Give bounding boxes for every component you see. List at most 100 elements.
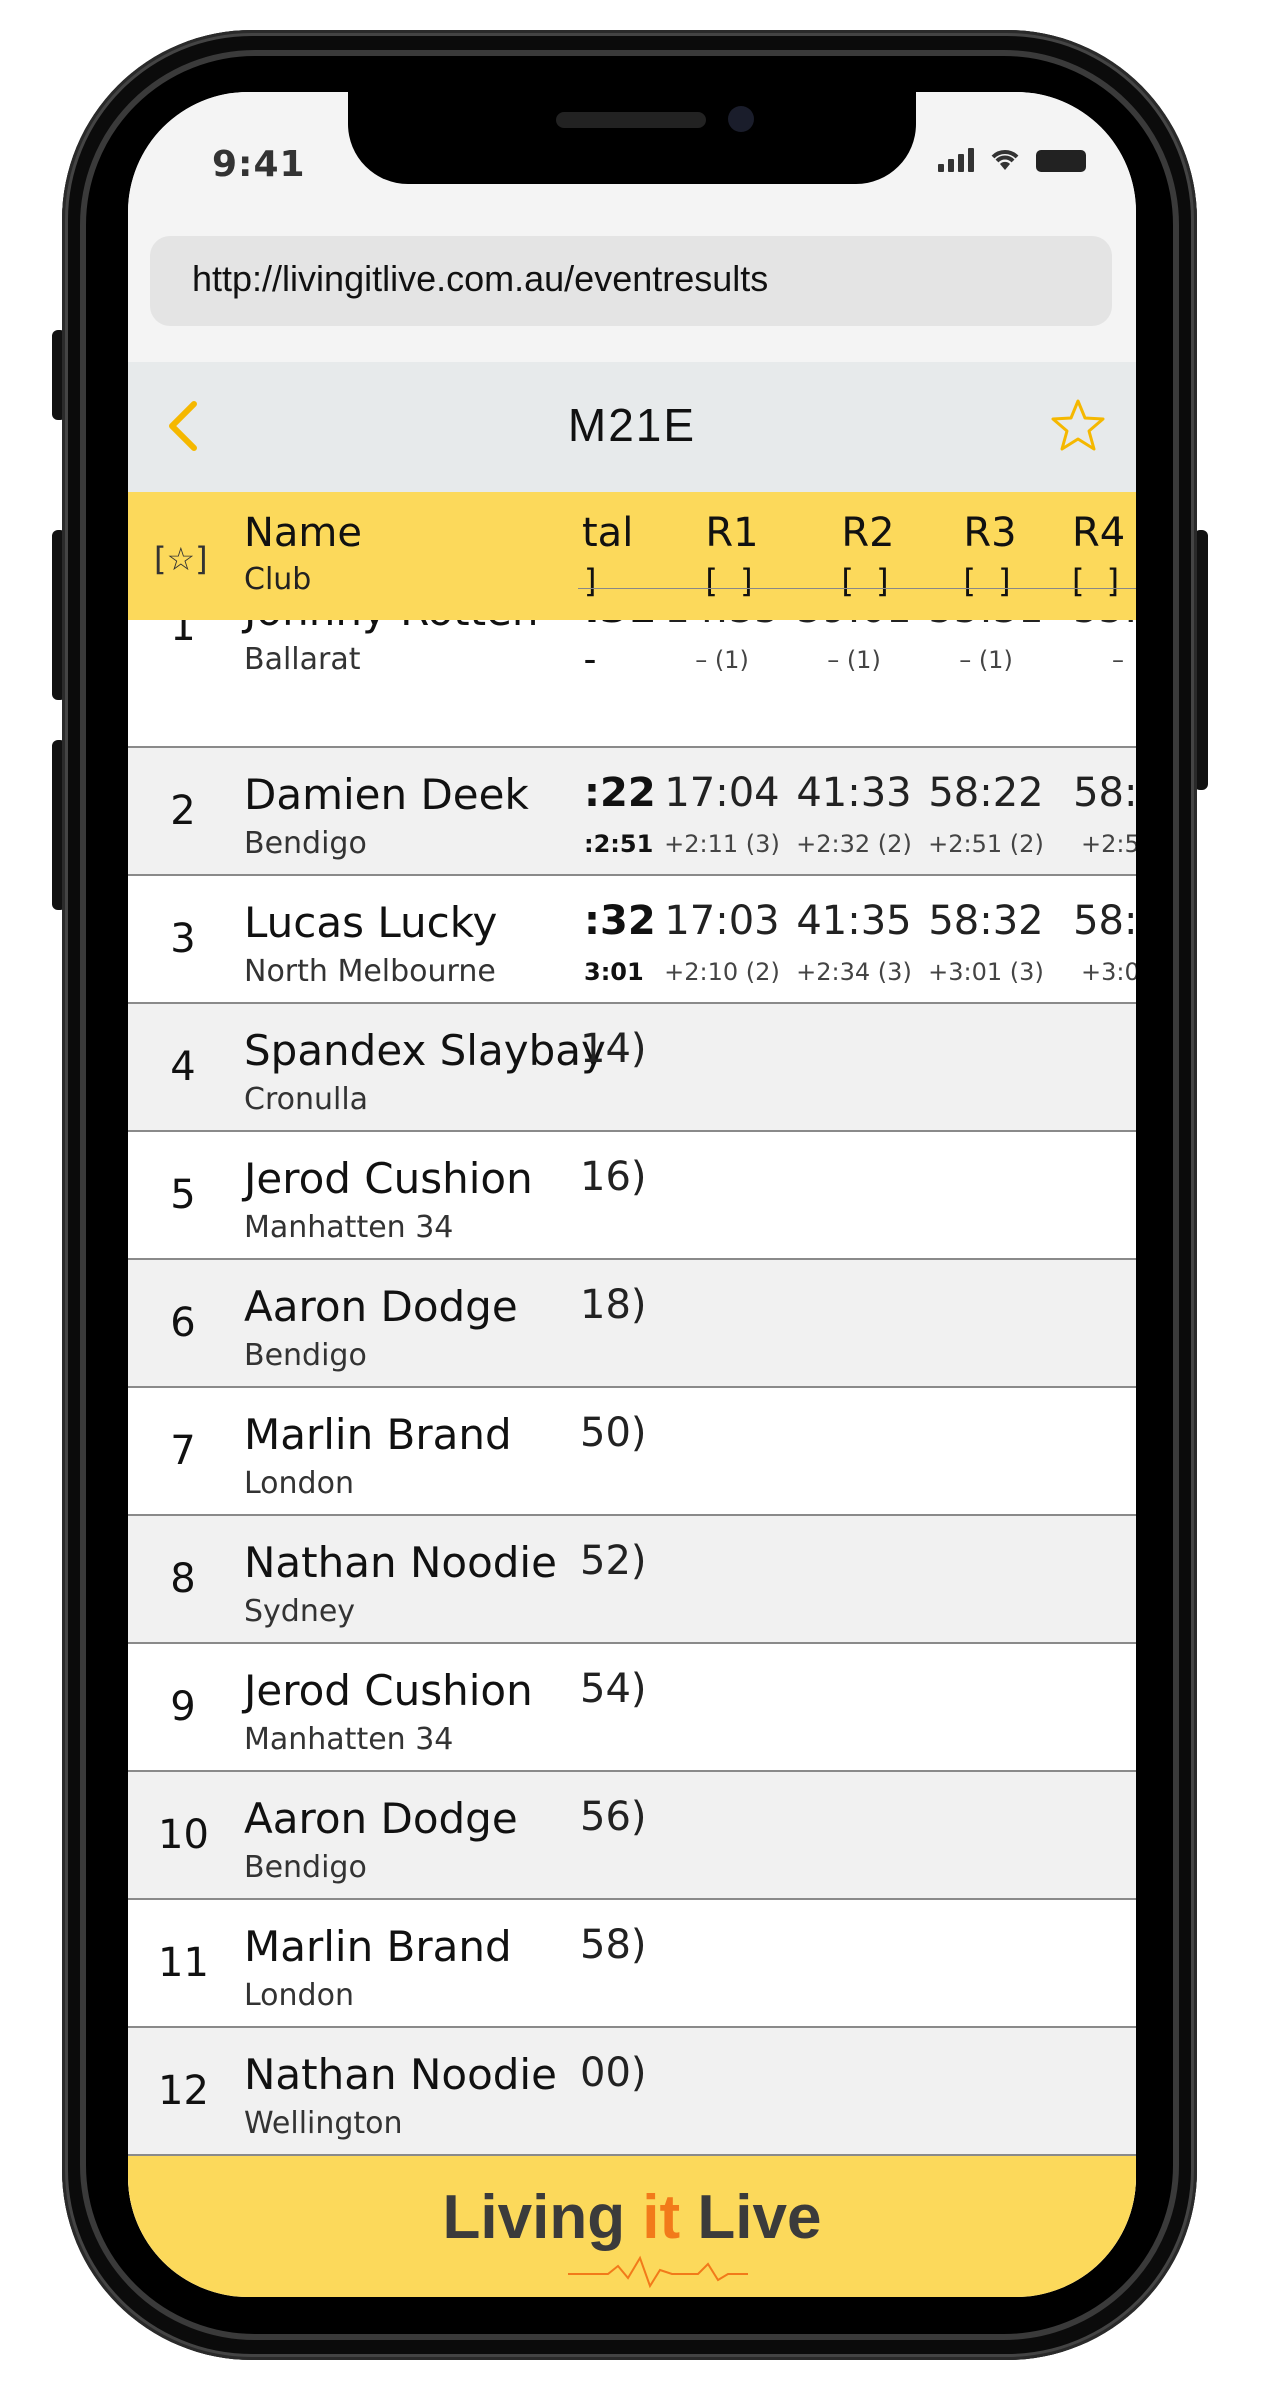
column-total[interactable]: tal xyxy=(582,510,633,556)
table-row[interactable]: 9 Jerod Cushion Manhatten 34 54) xyxy=(128,1644,1136,1772)
row-club: Wellington xyxy=(244,2106,403,2141)
favorite-column-toggle[interactable]: [☆] xyxy=(154,540,208,578)
url-text[interactable]: http://livingitlive.com.au/eventresults xyxy=(192,258,768,300)
brand-living: Living xyxy=(442,2183,643,2252)
row-r1-time: 17:03 xyxy=(664,898,780,944)
row-club: Manhatten 34 xyxy=(244,1210,454,1245)
row-r2-diff: +2:34 (3) xyxy=(796,958,912,986)
row-r2-diff: – (1) xyxy=(827,646,881,674)
column-r4-bracket: [ ] xyxy=(1072,562,1126,600)
column-r3[interactable]: R3 xyxy=(940,510,1040,556)
column-r2[interactable]: R2 xyxy=(818,510,918,556)
row-r2-time: 41:33 xyxy=(796,770,912,816)
row-club: Cronulla xyxy=(244,1082,369,1117)
row-total-partial: 00) xyxy=(580,2050,647,2096)
row-r3-time: 58:32 xyxy=(928,898,1044,944)
table-row[interactable]: 10 Aaron Dodge Bendigo 56) xyxy=(128,1772,1136,1900)
row-r3-time: 58:22 xyxy=(928,770,1044,816)
row-rank: 5 xyxy=(170,1172,196,1218)
row-rank: 11 xyxy=(158,1940,209,1986)
row-name: Nathan Noodie xyxy=(244,1538,557,1587)
row-rank: 10 xyxy=(158,1812,209,1858)
row-total: :22 xyxy=(584,770,656,816)
row-r4-time: 55:3 xyxy=(1048,620,1136,632)
results-column-header: [☆] Name Club tal ] R1 [ ] R2 [ ] R3 [ ]… xyxy=(128,492,1136,620)
row-r4-diff: +3:01 xyxy=(1080,958,1136,986)
row-r4-diff: – xyxy=(1112,646,1124,674)
row-r4-time: 58:3 xyxy=(1073,898,1136,944)
row-r3-diff: +2:51 (2) xyxy=(928,830,1044,858)
battery-icon xyxy=(1036,150,1086,172)
row-name: Jerod Cushion xyxy=(244,1666,533,1715)
row-rank: 1 xyxy=(170,620,196,650)
brand-logo[interactable]: Living it Live xyxy=(128,2182,1136,2253)
table-row[interactable]: 11 Marlin Brand London 58) xyxy=(128,1900,1136,2028)
row-total: :32 xyxy=(584,898,656,944)
table-row[interactable]: 4 Spandex Slaybay Cronulla 14) xyxy=(128,1004,1136,1132)
row-r1-time: 14:35 xyxy=(652,620,792,632)
row-total-partial: 52) xyxy=(580,1538,647,1584)
row-r3-diff: +3:01 (3) xyxy=(928,958,1044,986)
row-name: Aaron Dodge xyxy=(244,1794,518,1843)
nav-header: M21E xyxy=(128,362,1136,492)
table-row[interactable]: 6 Aaron Dodge Bendigo 18) xyxy=(128,1260,1136,1388)
column-r4[interactable]: R4 xyxy=(1072,510,1125,556)
table-row[interactable]: 1 Johnny Rotten Ballarat:31 – 14:35 – (1) 39:0… xyxy=(128,620,1136,748)
column-r3-bracket: [ ] xyxy=(963,562,1017,600)
row-r4-time: 58:2 xyxy=(1073,770,1136,816)
row-r3-diff: – (1) xyxy=(959,646,1013,674)
camera xyxy=(728,106,754,132)
row-rank: 4 xyxy=(170,1044,196,1090)
column-r2-bracket: [ ] xyxy=(841,562,895,600)
row-rank: 3 xyxy=(170,916,196,962)
row-name: Lucas Lucky xyxy=(244,898,498,947)
star-favorite-icon[interactable] xyxy=(1048,396,1108,456)
column-r1[interactable]: R1 xyxy=(682,510,782,556)
row-total: :31 xyxy=(584,620,656,632)
row-r2-diff: +2:32 (2) xyxy=(796,830,912,858)
row-rank: 6 xyxy=(170,1300,196,1346)
row-club: Bendigo xyxy=(244,1850,367,1885)
footer: Living it Live xyxy=(128,2156,1136,2297)
status-icons xyxy=(938,146,1086,172)
wifi-icon xyxy=(991,150,1019,170)
row-r1-diff: +2:10 (2) xyxy=(664,958,780,986)
column-r1-bracket: [ ] xyxy=(705,562,759,600)
table-row[interactable]: 12 Nathan Noodie Wellington 00) xyxy=(128,2028,1136,2156)
row-club: North Melbourne xyxy=(244,954,496,989)
row-total-partial: 58) xyxy=(580,1922,647,1968)
row-rank: 7 xyxy=(170,1428,196,1474)
row-r4-diff: +2:51 xyxy=(1080,830,1136,858)
column-name[interactable]: Name xyxy=(244,510,362,556)
row-club: London xyxy=(244,1978,354,2013)
row-rank: 9 xyxy=(170,1684,196,1730)
row-name: Spandex Slaybay xyxy=(244,1026,606,1075)
row-total-partial: 54) xyxy=(580,1666,647,1712)
row-name: Marlin Brand xyxy=(244,1922,512,1971)
column-total-bracket: ] xyxy=(584,562,603,600)
speaker xyxy=(556,112,706,128)
row-name: Johnny Rotten xyxy=(244,620,539,635)
table-row[interactable]: 3 Lucas Lucky North Melbourne:32 3:01 17:03 +… xyxy=(128,876,1136,1004)
column-club[interactable]: Club xyxy=(244,562,311,597)
row-name: Nathan Noodie xyxy=(244,2050,557,2099)
row-club: Manhatten 34 xyxy=(244,1722,454,1757)
phone-screen: 9:41 http://livingitlive.com.au/eventres… xyxy=(128,92,1136,2297)
signal-icon xyxy=(938,148,974,172)
row-club: Bendigo xyxy=(244,826,367,861)
table-row[interactable]: 5 Jerod Cushion Manhatten 34 16) xyxy=(128,1132,1136,1260)
table-row[interactable]: 8 Nathan Noodie Sydney 52) xyxy=(128,1516,1136,1644)
table-row[interactable]: 7 Marlin Brand London 50) xyxy=(128,1388,1136,1516)
row-total-partial: 50) xyxy=(580,1410,647,1456)
row-name: Aaron Dodge xyxy=(244,1282,518,1331)
heartbeat-icon xyxy=(568,2255,748,2289)
brand-live: Live xyxy=(680,2183,822,2252)
address-bar[interactable]: http://livingitlive.com.au/eventresults xyxy=(150,236,1112,326)
row-rank: 12 xyxy=(158,2068,209,2114)
table-row[interactable]: 2 Damien Deek Bendigo:22:2:51 17:04 +2:11 (3… xyxy=(128,748,1136,876)
header-rule xyxy=(578,588,1136,589)
row-name: Jerod Cushion xyxy=(244,1154,533,1203)
row-rank: 2 xyxy=(170,788,196,834)
row-club: Sydney xyxy=(244,1594,356,1629)
row-club: Bendigo xyxy=(244,1338,367,1373)
